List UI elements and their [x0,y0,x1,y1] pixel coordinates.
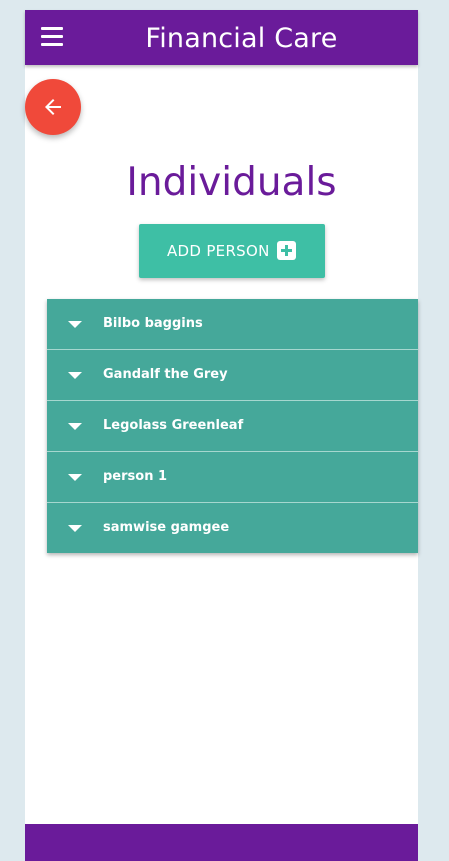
list-item[interactable]: samwise gamgee [47,503,418,553]
plus-square-icon [277,241,296,260]
list-item[interactable]: person 1 [47,452,418,503]
list-item[interactable]: Legolass Greenleaf [47,401,418,452]
page-title: Individuals [126,160,337,205]
list-item[interactable]: Bilbo baggins [47,299,418,350]
caret-down-icon[interactable] [68,372,82,379]
add-person-label: ADD PERSON [167,242,270,260]
caret-down-icon[interactable] [68,423,82,430]
arrow-left-icon [45,99,61,115]
person-name: samwise gamgee [103,520,230,535]
caret-down-icon[interactable] [68,525,82,532]
person-name: Gandalf the Grey [103,367,228,382]
app-title: Financial Care [145,23,338,54]
top-app-bar: Financial Care [25,10,418,65]
back-button[interactable] [25,79,81,135]
app-window: Financial Care Individuals ADD PERSON Bi… [25,10,418,861]
person-name: Legolass Greenleaf [103,418,244,433]
person-name: Bilbo baggins [103,316,203,331]
caret-down-icon[interactable] [68,474,82,481]
hamburger-menu-icon[interactable] [41,26,65,46]
bottom-bar [25,824,418,861]
caret-down-icon[interactable] [68,321,82,328]
people-list: Bilbo baggins Gandalf the Grey Legolass … [47,299,418,553]
add-person-button[interactable]: ADD PERSON [139,224,325,278]
person-name: person 1 [103,469,168,484]
list-item[interactable]: Gandalf the Grey [47,350,418,401]
